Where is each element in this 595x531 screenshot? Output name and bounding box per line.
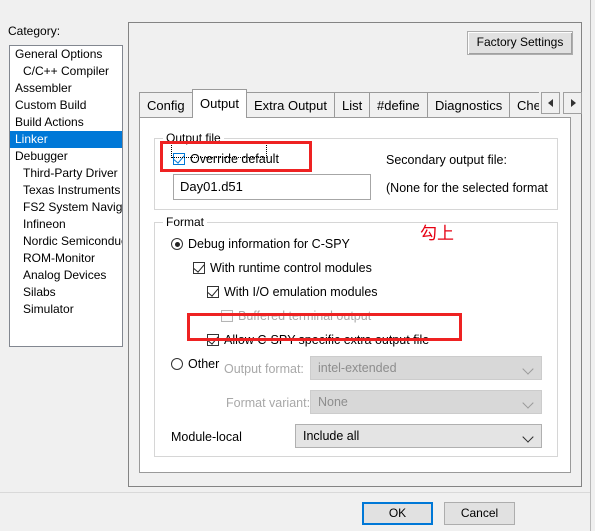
tab-scroll-left-button[interactable]: [541, 92, 560, 114]
chevron-down-icon: [522, 431, 534, 443]
triangle-left-icon: [547, 99, 553, 107]
radio-debug-information-label: Debug information for C-SPY: [188, 237, 350, 251]
cancel-button[interactable]: Cancel: [444, 502, 515, 525]
category-item[interactable]: FS2 System Navigator: [10, 199, 122, 216]
output-tab-page: Output file Override default Day01.d51 S…: [139, 117, 571, 473]
category-item[interactable]: Custom Build: [10, 97, 122, 114]
category-item[interactable]: Assembler: [10, 80, 122, 97]
radio-debug-information[interactable]: Debug information for C-SPY: [171, 237, 350, 251]
module-local-label: Module-local: [171, 430, 242, 444]
secondary-output-label: Secondary output file:: [386, 153, 507, 167]
buffered-terminal-output-checkbox: Buffered terminal output: [221, 309, 371, 323]
category-list[interactable]: General Options C/C++ Compiler Assembler Cu…: [9, 45, 123, 347]
category-item[interactable]: C/C++ Compiler: [10, 63, 122, 80]
window-right-edge: [590, 0, 595, 531]
module-local-value: Include all: [303, 429, 360, 443]
allow-cspy-extra-output-label: Allow C-SPY-specific extra output file: [224, 333, 430, 347]
with-io-emulation-modules-label: With I/O emulation modules: [224, 285, 378, 299]
checkbox-box-icon: [207, 333, 219, 346]
category-item[interactable]: Infineon: [10, 216, 122, 233]
override-default-checkbox[interactable]: Override default: [173, 152, 279, 166]
footer-separator: [0, 492, 590, 493]
category-item[interactable]: Silabs: [10, 284, 122, 301]
allow-cspy-extra-output-checkbox[interactable]: Allow C-SPY-specific extra output file: [207, 333, 429, 347]
tab-clip: Config Output Extra Output List #define Diagn…: [139, 89, 539, 118]
ok-button[interactable]: OK: [362, 502, 433, 525]
chevron-down-icon: [522, 397, 534, 409]
output-file-input[interactable]: Day01.d51: [173, 174, 371, 200]
checkbox-box-icon: [221, 310, 233, 322]
category-item[interactable]: General Options: [10, 46, 122, 63]
category-item[interactable]: Linker: [10, 131, 122, 148]
tab-config[interactable]: Config: [139, 92, 193, 117]
output-file-group-title: Output file: [163, 131, 224, 145]
secondary-output-value: (None for the selected format: [386, 181, 548, 195]
tab-list[interactable]: List: [334, 92, 371, 117]
category-item[interactable]: ROM-Monitor: [10, 250, 122, 267]
category-item[interactable]: Texas Instruments: [10, 182, 122, 199]
format-group-title: Format: [163, 215, 208, 229]
format-variant-label: Format variant:: [226, 396, 311, 410]
tab-checksum[interactable]: Checksum: [509, 92, 539, 117]
with-runtime-control-modules-checkbox[interactable]: With runtime control modules: [193, 261, 372, 275]
chevron-down-icon: [522, 363, 534, 375]
module-local-dropdown[interactable]: Include all: [295, 424, 542, 448]
radio-button-icon: [171, 358, 183, 370]
tab-define[interactable]: #define: [369, 92, 428, 117]
tab-extra-output[interactable]: Extra Output: [246, 92, 335, 117]
tab-scroll-right-button[interactable]: [563, 92, 582, 114]
annotation-check-this-text: 勾上: [420, 224, 454, 244]
output-format-label: Output format:: [224, 362, 304, 376]
category-item[interactable]: Nordic Semiconductor: [10, 233, 122, 250]
with-io-emulation-modules-checkbox[interactable]: With I/O emulation modules: [207, 285, 378, 299]
output-file-groupbox: Output file Override default Day01.d51 S…: [154, 131, 558, 210]
tab-strip: Config Output Extra Output List #define Diagn…: [139, 89, 582, 118]
checkbox-box-icon: [173, 152, 185, 165]
format-groupbox: Format Debug information for C-SPY With …: [154, 215, 558, 457]
checkbox-box-icon: [193, 261, 205, 274]
options-panel: Factory Settings Config Output Extra Outpu…: [128, 22, 582, 487]
tab-output[interactable]: Output: [192, 89, 248, 118]
radio-other[interactable]: Other: [171, 357, 219, 371]
override-default-label: Override default: [190, 152, 279, 166]
category-item[interactable]: Third-Party Driver: [10, 165, 122, 182]
radio-other-label: Other: [188, 357, 220, 371]
output-format-value: intel-extended: [318, 361, 397, 375]
factory-settings-button[interactable]: Factory Settings: [467, 31, 573, 55]
category-item[interactable]: Analog Devices: [10, 267, 122, 284]
radio-button-icon: [171, 238, 183, 250]
with-runtime-control-modules-label: With runtime control modules: [210, 261, 372, 275]
checkbox-box-icon: [207, 285, 219, 298]
category-label: Category:: [8, 24, 61, 38]
category-item[interactable]: Debugger: [10, 148, 122, 165]
category-item[interactable]: Build Actions: [10, 114, 122, 131]
format-variant-dropdown[interactable]: None: [310, 390, 542, 414]
output-format-dropdown[interactable]: intel-extended: [310, 356, 542, 380]
triangle-right-icon: [570, 99, 576, 107]
buffered-terminal-output-label: Buffered terminal output: [238, 309, 372, 323]
category-item[interactable]: Simulator: [10, 301, 122, 318]
tab-diagnostics[interactable]: Diagnostics: [427, 92, 511, 117]
format-variant-value: None: [318, 395, 348, 409]
